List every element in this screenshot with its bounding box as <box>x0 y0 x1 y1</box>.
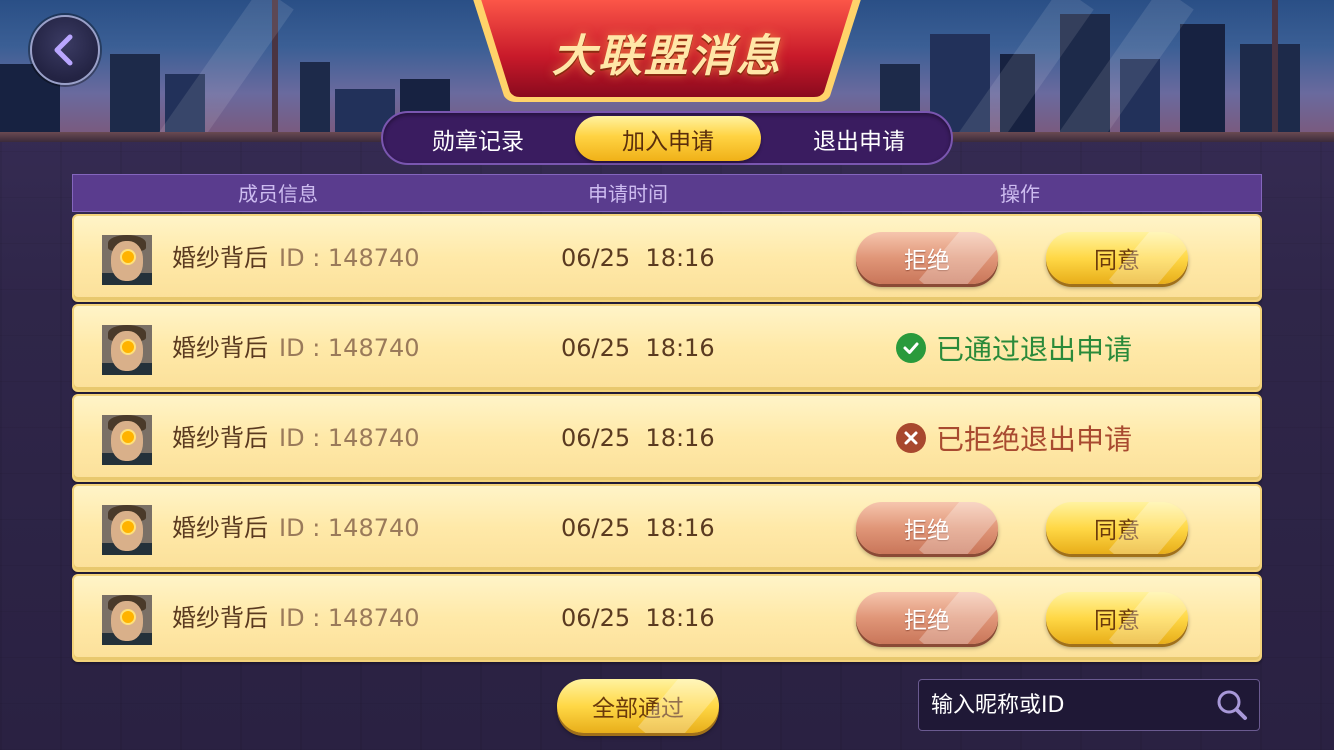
apply-time: 06/25 18:16 <box>561 514 715 542</box>
member-name: 婚纱背后 <box>172 604 268 632</box>
search-input[interactable] <box>931 680 1211 730</box>
table-row: 婚纱背后 ID : 148740 06/25 18:16 已拒绝退出申请 <box>72 394 1262 482</box>
member-id: ID : 148740 <box>279 244 420 272</box>
back-button[interactable] <box>30 15 100 85</box>
cross-icon <box>896 423 926 453</box>
status-text: 已通过退出申请 <box>936 333 1133 366</box>
avatar <box>102 235 152 285</box>
avatar <box>102 595 152 645</box>
column-header-apply-time: 申请时间 <box>588 182 668 206</box>
status-text: 已拒绝退出申请 <box>936 423 1133 456</box>
member-id: ID : 148740 <box>279 604 420 632</box>
status-approved: 已通过退出申请 <box>896 306 1132 390</box>
agree-button[interactable]: 同意 <box>1046 502 1188 554</box>
tab-join-requests[interactable]: 加入申请 <box>575 116 761 161</box>
tab-exit-requests[interactable]: 退出申请 <box>766 116 952 161</box>
table-row: 婚纱背后 ID : 148740 06/25 18:16 拒绝 同意 <box>72 484 1262 572</box>
member-name: 婚纱背后 <box>172 514 268 542</box>
avatar <box>102 415 152 465</box>
search-icon[interactable] <box>1215 688 1249 722</box>
agree-button[interactable]: 同意 <box>1046 232 1188 284</box>
status-rejected: 已拒绝退出申请 <box>896 396 1132 480</box>
back-arrow-icon <box>54 34 73 66</box>
member-id: ID : 148740 <box>279 424 420 452</box>
column-header-member-info: 成员信息 <box>238 182 318 206</box>
apply-time: 06/25 18:16 <box>561 244 715 272</box>
table-row: 婚纱背后 ID : 148740 06/25 18:16 已通过退出申请 <box>72 304 1262 392</box>
apply-time: 06/25 18:16 <box>561 334 715 362</box>
tab-bar: 勋章记录 加入申请 退出申请 <box>381 111 953 165</box>
table-header: 成员信息 申请时间 操作 <box>72 174 1262 212</box>
reject-button[interactable]: 拒绝 <box>856 232 998 284</box>
avatar <box>102 505 152 555</box>
check-icon <box>896 333 926 363</box>
member-name: 婚纱背后 <box>172 334 268 362</box>
table-row: 婚纱背后 ID : 148740 06/25 18:16 拒绝 同意 <box>72 214 1262 302</box>
page-title: 大联盟消息 <box>552 31 782 82</box>
member-id: ID : 148740 <box>279 514 420 542</box>
tab-medal-records[interactable]: 勋章记录 <box>385 116 571 161</box>
apply-time: 06/25 18:16 <box>561 604 715 632</box>
search-box <box>918 679 1260 731</box>
column-header-actions: 操作 <box>1000 182 1040 206</box>
apply-time: 06/25 18:16 <box>561 424 715 452</box>
avatar <box>102 325 152 375</box>
table-row: 婚纱背后 ID : 148740 06/25 18:16 拒绝 同意 <box>72 574 1262 662</box>
reject-button[interactable]: 拒绝 <box>856 502 998 554</box>
member-name: 婚纱背后 <box>172 244 268 272</box>
member-name: 婚纱背后 <box>172 424 268 452</box>
member-id: ID : 148740 <box>279 334 420 362</box>
approve-all-button[interactable]: 全部通过 <box>557 679 719 733</box>
reject-button[interactable]: 拒绝 <box>856 592 998 644</box>
agree-button[interactable]: 同意 <box>1046 592 1188 644</box>
title-banner: 大联盟消息 <box>470 0 864 104</box>
